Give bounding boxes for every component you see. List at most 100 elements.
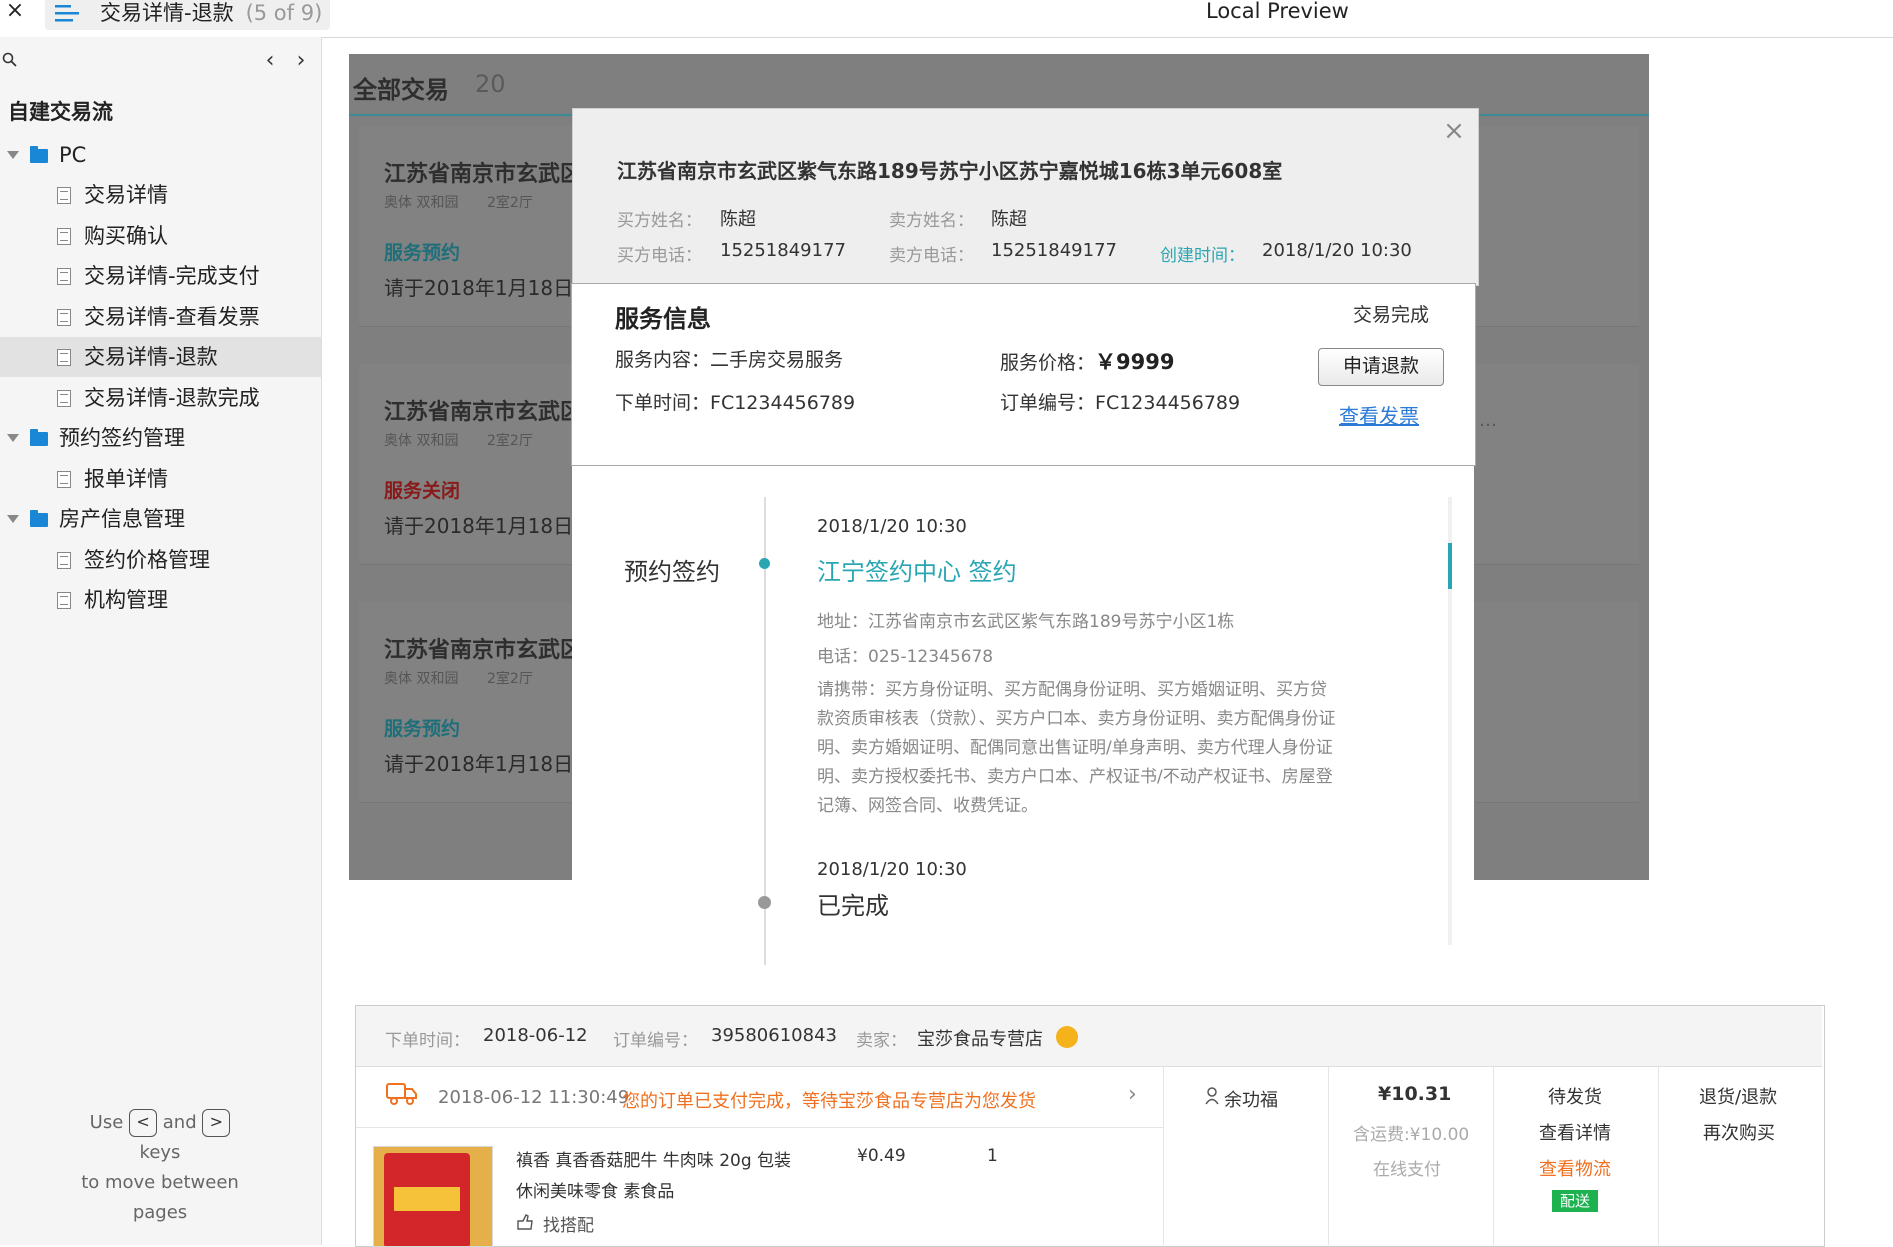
bg-count: 20 <box>475 70 506 98</box>
tree-item-refund-done[interactable]: 交易详情-退款完成 <box>0 378 321 418</box>
view-invoice-link[interactable]: 查看发票 <box>1339 400 1419 429</box>
bg-card-date: 请于2018年1月18日 <box>384 752 574 776</box>
refund-link[interactable]: 退货/退款 <box>1699 1083 1777 1109</box>
service-price: 服务价格：￥9999 <box>1000 346 1174 376</box>
timeline-documents: 请携带：买方身份证明、买方配偶身份证明、买方婚姻证明、买方贷款资质审核表（贷款）… <box>817 680 1336 816</box>
bg-card-address: 江苏省南京市玄武区 <box>384 400 583 425</box>
caret-down-icon[interactable] <box>7 515 19 523</box>
order-time-label: 下单时间： <box>385 1031 470 1051</box>
order-time: 下单时间：FC1234456789 <box>615 388 855 415</box>
tab-title-text: 交易详情-退款 <box>100 1 234 25</box>
tree-item-org-manage[interactable]: 机构管理 <box>0 580 321 620</box>
next-page-button[interactable]: › <box>291 48 311 74</box>
timeline-time: 2018/1/20 10:30 <box>817 516 967 537</box>
shop-badge-icon <box>1056 1026 1078 1048</box>
tree-item-payment-done[interactable]: 交易详情-完成支付 <box>0 256 321 296</box>
timeline-dot <box>758 896 771 909</box>
scrollbar-thumb[interactable] <box>1448 543 1452 589</box>
tree-item-trade-detail[interactable]: 交易详情 <box>0 175 321 215</box>
seller-label: 卖家： <box>856 1031 907 1051</box>
menu-icon[interactable] <box>55 4 81 24</box>
tree-folder-pc[interactable]: PC <box>0 135 321 175</box>
order-total: ¥10.31 <box>1378 1083 1452 1105</box>
bg-card-address: 江苏省南京市玄武区 <box>384 162 583 187</box>
product-image[interactable] <box>373 1146 493 1247</box>
bg-card-date: 请于2018年1月18日 <box>384 514 574 538</box>
caret-down-icon[interactable] <box>7 151 19 159</box>
order-number-value: FC1234456789 <box>1095 392 1241 414</box>
bg-card-status: 服务预约 <box>384 242 461 264</box>
shipping-time: 2018-06-12 11:30:49 <box>438 1087 630 1108</box>
tree-label: 交易详情-退款 <box>84 345 218 369</box>
seller-name[interactable]: 宝莎食品专营店 <box>917 1025 1043 1051</box>
buyer-name-label: 买方姓名： <box>617 211 702 231</box>
tree-folder-property[interactable]: 房产信息管理 <box>0 499 321 539</box>
caret-down-icon[interactable] <box>7 434 19 442</box>
timeline-address: 地址：江苏省南京市玄武区紫气东路189号苏宁小区1栋 <box>817 612 1235 632</box>
tree-folder-appointment[interactable]: 预约签约管理 <box>0 418 321 458</box>
tree-label: 房产信息管理 <box>59 507 185 531</box>
prev-page-button[interactable]: ‹ <box>260 48 280 74</box>
apply-refund-button[interactable]: 申请退款 <box>1318 348 1444 386</box>
view-detail-link[interactable]: 查看详情 <box>1539 1119 1611 1145</box>
close-icon[interactable]: × <box>4 0 26 22</box>
more-icon: … <box>1479 410 1497 431</box>
user-icon <box>1205 1087 1219 1105</box>
timeline-done: 已完成 <box>817 892 889 920</box>
seller-phone-label: 卖方电话： <box>889 246 974 266</box>
bg-card-sub1: 奥体 双和园 <box>384 433 459 449</box>
truck-icon <box>386 1083 417 1105</box>
timeline-time: 2018/1/20 10:30 <box>817 859 967 880</box>
created-time: 2018/1/20 10:30 <box>1262 240 1412 261</box>
tree-item-purchase-confirm[interactable]: 购买确认 <box>0 216 321 256</box>
rebuy-link[interactable]: 再次购买 <box>1703 1119 1775 1145</box>
payment-type: 在线支付 <box>1373 1160 1441 1180</box>
product-label <box>394 1187 460 1211</box>
find-match-link[interactable]: 找搭配 <box>543 1211 594 1236</box>
shipping-message: 您的订单已支付完成，等待宝莎食品专营店为您发货 <box>622 1091 1036 1112</box>
created-label: 创建时间： <box>1160 246 1245 266</box>
order-time-value: FC1234456789 <box>710 392 856 414</box>
column-divider <box>1658 1067 1659 1245</box>
seller-name: 陈超 <box>991 209 1027 230</box>
left-key-icon: < <box>129 1109 158 1137</box>
preview-title: Local Preview <box>1206 0 1349 23</box>
product-name[interactable]: 禛香 真香香菇肥牛 牛肉味 20g 包装 休闲美味零食 素食品 <box>516 1146 796 1208</box>
service-content-value: 二手房交易服务 <box>710 349 844 371</box>
tree-item-view-invoice[interactable]: 交易详情-查看发票 <box>0 297 321 337</box>
page-icon <box>57 349 71 366</box>
chevron-right-icon[interactable]: › <box>1128 1082 1137 1107</box>
service-price-label: 服务价格： <box>1000 352 1096 374</box>
column-divider <box>1163 1067 1164 1245</box>
tree-label: 报单详情 <box>84 467 168 491</box>
page-icon <box>57 187 71 204</box>
bg-card-date: 请于2018年1月18日 <box>384 276 574 300</box>
page-icon <box>57 309 71 326</box>
tree-label: PC <box>59 143 87 167</box>
view-logistics-link[interactable]: 查看物流 <box>1539 1155 1611 1181</box>
order-time: 2018-06-12 <box>483 1025 588 1046</box>
service-content: 服务内容：二手房交易服务 <box>615 345 843 372</box>
close-icon[interactable]: × <box>1441 118 1467 144</box>
order-number: 订单编号：FC1234456789 <box>1000 388 1240 415</box>
tree-label: 交易详情-查看发票 <box>84 305 260 329</box>
tree-item-price-manage[interactable]: 签约价格管理 <box>0 540 321 580</box>
tree-item-report-detail[interactable]: 报单详情 <box>0 459 321 499</box>
seller-phone: 15251849177 <box>991 240 1117 261</box>
product-quantity: 1 <box>987 1146 998 1166</box>
service-price-value: ￥9999 <box>1095 350 1175 374</box>
bg-card-status: 服务关闭 <box>384 480 461 502</box>
match-icon <box>517 1214 533 1230</box>
buyer-name: 余功福 <box>1224 1090 1278 1111</box>
order-status: 待发货 <box>1548 1087 1602 1108</box>
page-icon <box>57 552 71 569</box>
tab-title: 交易详情-退款 (5 of 9) <box>100 0 322 26</box>
tree-label: 预约签约管理 <box>59 426 185 450</box>
folder-icon <box>30 146 48 163</box>
search-icon[interactable] <box>2 52 18 68</box>
tree-item-refund[interactable]: 交易详情-退款 <box>0 337 321 377</box>
order-number: 39580610843 <box>711 1025 837 1046</box>
page-icon <box>57 390 71 407</box>
hint-use: Use <box>89 1112 124 1133</box>
bg-card-sub2: 2室2厅 <box>487 671 533 687</box>
